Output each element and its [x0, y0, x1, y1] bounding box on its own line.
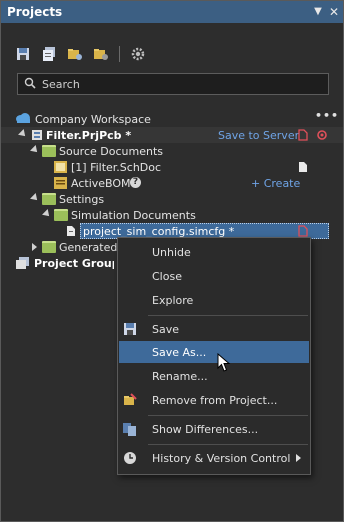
- tree-item-source-documents[interactable]: Source Documents: [1, 143, 343, 159]
- project-name: Filter.PrjPcb *: [46, 128, 132, 142]
- menu-item-unhide[interactable]: Unhide: [119, 241, 309, 263]
- collapse-arrow-icon[interactable]: [32, 243, 37, 251]
- document-icon: [298, 161, 308, 176]
- menu-item-label: Unhide: [152, 245, 191, 259]
- menu-separator: [148, 444, 308, 445]
- menu-item-label: Rename...: [152, 369, 208, 383]
- project-file-icon: [31, 129, 43, 141]
- status-circle-icon: [316, 129, 328, 144]
- project-group-icon: [16, 257, 30, 272]
- menu-separator: [148, 315, 308, 316]
- schematic-icon: [54, 161, 68, 176]
- search-icon: [24, 77, 36, 92]
- expand-arrow-icon[interactable]: [30, 145, 40, 155]
- folder-icon: [54, 209, 68, 221]
- expand-arrow-icon[interactable]: [18, 129, 28, 139]
- menu-item-label: Save: [152, 322, 180, 336]
- panel-close-icon[interactable]: ✕: [327, 4, 341, 20]
- project-group-label: Project Group 1: [34, 256, 114, 270]
- activebom-label: ActiveBOM: [71, 176, 131, 190]
- submenu-arrow-icon: [296, 454, 301, 462]
- folder-icon: [42, 145, 56, 157]
- menu-item-label: Explore: [152, 293, 194, 307]
- save-icon[interactable]: [11, 42, 35, 66]
- menu-item-label: Remove from Project...: [152, 393, 278, 407]
- menu-item-label: Show Differences...: [152, 422, 259, 436]
- menu-item-explore[interactable]: Explore: [119, 289, 309, 311]
- save-all-icon[interactable]: [37, 42, 61, 66]
- panel-titlebar: Projects ▼ ✕: [1, 1, 343, 23]
- projects-panel: Projects ▼ ✕ Company: [0, 0, 344, 522]
- menu-item-show-differences[interactable]: Show Differences...: [119, 418, 309, 440]
- toolbar-separator: [119, 46, 120, 62]
- menu-item-close[interactable]: Close: [119, 265, 309, 287]
- schdoc-label: [1] Filter.SchDoc: [71, 160, 162, 174]
- compare-icon: [123, 422, 137, 436]
- simulation-documents-label: Simulation Documents: [71, 208, 196, 222]
- folder-open-icon[interactable]: [63, 42, 87, 66]
- panel-dropdown-icon[interactable]: ▼: [311, 4, 325, 20]
- search-input[interactable]: [42, 77, 322, 91]
- help-icon[interactable]: ?: [130, 177, 141, 188]
- tree-item-schdoc[interactable]: [1] Filter.SchDoc: [1, 159, 343, 175]
- menu-item-remove-from-project[interactable]: Remove from Project...: [119, 389, 309, 411]
- search-box[interactable]: [17, 73, 329, 95]
- expand-arrow-icon[interactable]: [30, 193, 40, 203]
- panel-title: Projects: [7, 5, 63, 19]
- menu-item-history-version-control[interactable]: History & Version Control: [119, 447, 309, 469]
- modified-file-icon: [298, 129, 308, 144]
- menu-item-save[interactable]: Save: [119, 318, 309, 340]
- context-menu: Unhide Close Explore Save Save As... Ren…: [117, 237, 311, 475]
- source-documents-label: Source Documents: [59, 144, 163, 158]
- expand-arrow-icon[interactable]: [42, 209, 52, 219]
- mouse-cursor-icon: [217, 352, 231, 376]
- panel-toolbar: [11, 41, 150, 67]
- bom-icon: [54, 177, 68, 192]
- simcfg-label: project_sim_config.simcfg *: [83, 224, 235, 238]
- menu-item-rename[interactable]: Rename...: [119, 365, 309, 387]
- gear-icon[interactable]: [126, 42, 150, 66]
- tree-item-project[interactable]: Filter.PrjPcb * Save to Server: [1, 127, 343, 143]
- menu-item-label: Save As...: [152, 345, 207, 359]
- folder-icon: [42, 193, 56, 205]
- create-link[interactable]: + Create: [251, 177, 300, 190]
- tree-item-activebom[interactable]: ActiveBOM ? + Create: [1, 175, 343, 191]
- save-icon: [123, 322, 137, 336]
- config-file-icon: [66, 225, 76, 240]
- more-options-icon[interactable]: •••: [315, 109, 339, 122]
- tree-item-settings[interactable]: Settings: [1, 191, 343, 207]
- folder-settings-icon[interactable]: [89, 42, 113, 66]
- remove-icon: [123, 393, 137, 407]
- menu-item-label: History & Version Control: [152, 451, 291, 465]
- generated-label: Generated: [59, 240, 118, 254]
- workspace-label: Company Workspace: [35, 112, 151, 126]
- tree-item-simulation-documents[interactable]: Simulation Documents: [1, 207, 343, 223]
- save-to-server-link[interactable]: Save to Server: [218, 129, 299, 142]
- settings-label: Settings: [59, 192, 105, 206]
- menu-item-label: Close: [152, 269, 182, 283]
- menu-item-save-as[interactable]: Save As...: [119, 341, 309, 363]
- folder-icon: [42, 241, 56, 253]
- tree-item-workspace[interactable]: Company Workspace: [15, 111, 344, 127]
- clock-icon: [123, 451, 137, 465]
- menu-separator: [148, 415, 308, 416]
- cloud-icon: [15, 112, 31, 127]
